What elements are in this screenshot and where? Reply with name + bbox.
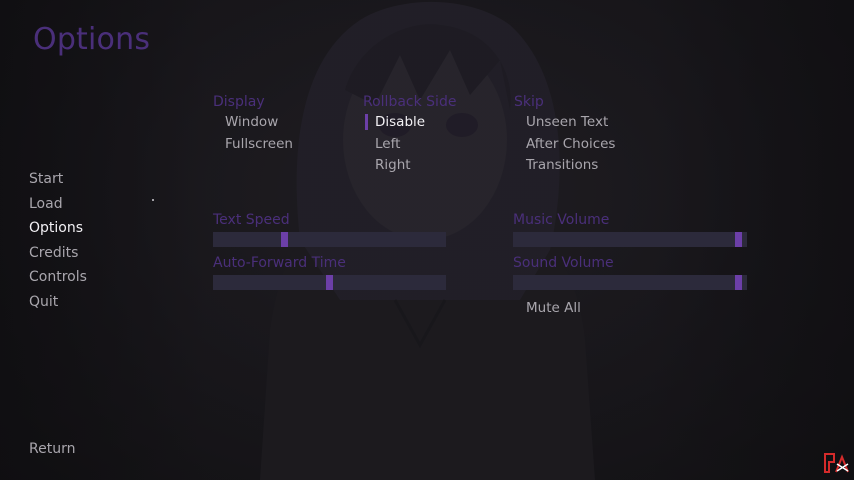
studio-logo-icon (824, 453, 849, 473)
mouse-cursor-dot (152, 199, 154, 201)
sound-volume-slider[interactable] (513, 275, 747, 290)
rollback-side-group: Rollback Side Disable Left Right (363, 94, 456, 178)
return-button[interactable]: Return (29, 441, 75, 457)
text-speed-slider-thumb[interactable] (281, 232, 288, 247)
skip-transitions-option[interactable]: Transitions (514, 156, 615, 178)
rollback-right-option[interactable]: Right (363, 156, 456, 178)
skip-group: Skip Unseen Text After Choices Transitio… (514, 94, 615, 178)
auto-forward-time-slider[interactable] (213, 275, 446, 290)
option-label: Transitions (526, 157, 599, 174)
nav-item-load[interactable]: Load (29, 195, 87, 220)
option-label: Window (225, 114, 279, 130)
nav-item-start[interactable]: Start (29, 170, 87, 195)
music-volume-slider[interactable] (513, 232, 747, 247)
text-speed-slider[interactable] (213, 232, 446, 247)
skip-header: Skip (514, 94, 544, 110)
music-volume-label: Music Volume (513, 212, 610, 228)
option-label: Unseen Text (526, 114, 609, 130)
option-label: Left (375, 135, 401, 152)
skip-after-choices-option[interactable]: After Choices (514, 135, 615, 157)
text-speed-label: Text Speed (213, 212, 290, 228)
nav-item-options[interactable]: Options (29, 219, 87, 244)
rollback-side-header: Rollback Side (363, 94, 457, 110)
display-window-option[interactable]: Window (213, 113, 293, 135)
sound-volume-label: Sound Volume (513, 255, 614, 271)
page-title: Options (33, 22, 151, 57)
option-label: Right (375, 157, 411, 174)
rollback-left-option[interactable]: Left (363, 135, 456, 157)
option-label: After Choices (526, 135, 616, 152)
nav-item-quit[interactable]: Quit (29, 293, 87, 318)
auto-forward-time-slider-thumb[interactable] (326, 275, 333, 290)
mute-all-button[interactable]: Mute All (526, 300, 581, 316)
options-screen: Options Start Load Options Credits Contr… (0, 0, 854, 480)
skip-unseen-text-option[interactable]: Unseen Text (514, 113, 615, 135)
display-group: Display Window Fullscreen (213, 94, 293, 156)
selected-marker (365, 114, 368, 130)
option-label: Fullscreen (225, 135, 293, 152)
display-header: Display (213, 94, 265, 110)
nav-item-controls[interactable]: Controls (29, 268, 87, 293)
nav-item-credits[interactable]: Credits (29, 244, 87, 269)
auto-forward-time-label: Auto-Forward Time (213, 255, 346, 271)
rollback-disable-option[interactable]: Disable (363, 113, 456, 135)
sound-volume-slider-thumb[interactable] (735, 275, 742, 290)
music-volume-slider-thumb[interactable] (735, 232, 742, 247)
display-fullscreen-option[interactable]: Fullscreen (213, 135, 293, 157)
main-menu-nav: Start Load Options Credits Controls Quit (29, 170, 87, 317)
option-label: Disable (375, 114, 426, 130)
